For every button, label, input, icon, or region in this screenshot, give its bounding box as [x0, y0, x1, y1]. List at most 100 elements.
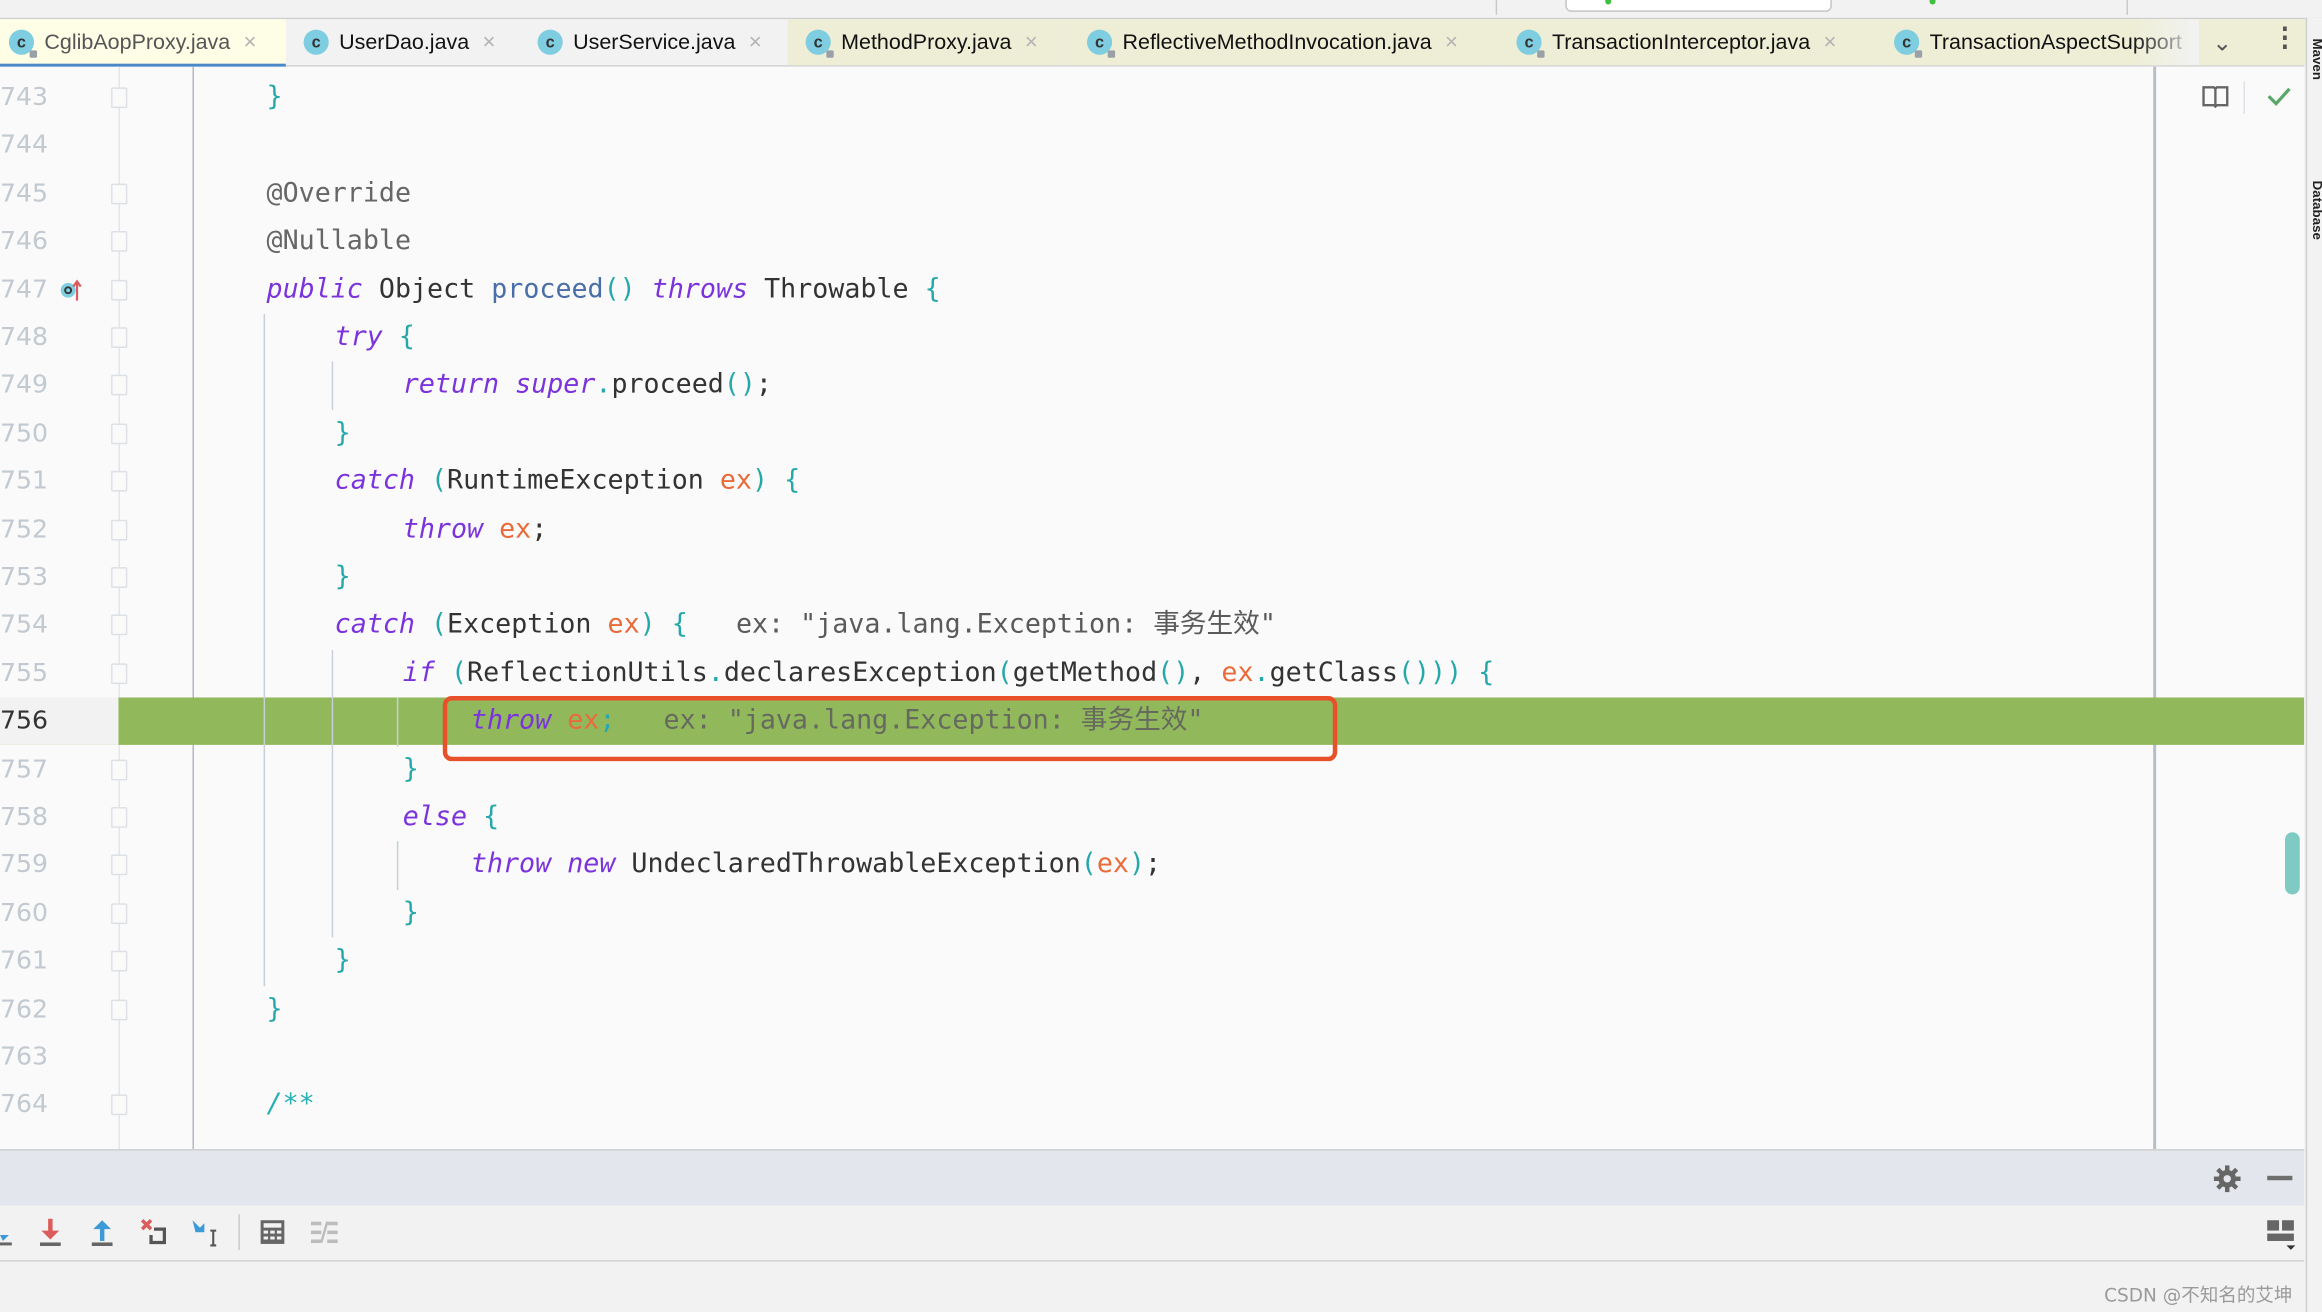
code-line[interactable]: 750} [0, 410, 2304, 457]
code-line[interactable]: 754 catch (Exception ex) { ex: "java.lang… [0, 602, 2304, 649]
line-number[interactable]: 762 [0, 986, 118, 1033]
editor-tab[interactable]: c UserDao.java × [286, 19, 520, 65]
code-line[interactable]: 748 try { [0, 314, 2304, 361]
code-line-partial [0, 1130, 2304, 1150]
editor-tab[interactable]: c ReflectiveMethodInvocation.java × [1069, 19, 1499, 66]
line-number[interactable]: 754 [0, 602, 118, 649]
code-line[interactable]: 747 public Object proceed() throws Throwa… [0, 266, 2304, 313]
fold-marker-icon[interactable] [111, 519, 128, 540]
fold-marker-icon[interactable] [111, 903, 128, 924]
trace-current-stream-icon[interactable] [310, 1217, 340, 1247]
fold-marker-icon[interactable] [111, 279, 128, 301]
close-tab-icon[interactable]: × [244, 30, 257, 55]
code-line[interactable]: 760} [0, 890, 2304, 937]
fold-marker-icon[interactable] [111, 1094, 128, 1116]
line-number[interactable]: 759 [0, 842, 118, 889]
line-number[interactable]: 756 [0, 697, 119, 746]
line-number[interactable]: 763 [0, 1034, 118, 1081]
editor-tab[interactable]: c MethodProxy.java × [787, 19, 1070, 66]
fold-marker-icon[interactable] [111, 759, 128, 780]
editor-tab[interactable]: c TransactionAspectSupport [1876, 19, 2321, 66]
editor-tab[interactable]: c CglibAopProxy.java × [0, 19, 286, 66]
line-number[interactable]: 751 [0, 458, 118, 505]
fold-marker-icon[interactable] [111, 423, 128, 444]
drop-frame-icon[interactable] [139, 1217, 169, 1247]
code-line[interactable]: 745 @Override [0, 170, 2304, 217]
line-number[interactable]: 749 [0, 362, 118, 409]
line-number[interactable]: 744 [0, 122, 118, 169]
code-line[interactable]: 763 [0, 1034, 2304, 1081]
maven-tool-window-button[interactable]: Maven [2310, 39, 2322, 80]
fold-marker-icon[interactable] [111, 807, 128, 828]
show-hidden-tabs-chevron-icon[interactable]: ⌄ [2212, 28, 2232, 58]
code-token: ex [499, 513, 532, 545]
run-to-cursor-icon[interactable] [191, 1217, 221, 1247]
line-number[interactable]: 750 [0, 410, 118, 457]
line-number[interactable]: 760 [0, 890, 118, 937]
close-tab-icon[interactable]: × [1025, 30, 1038, 55]
code-line[interactable]: 762} [0, 986, 2304, 1033]
minimize-panel-icon[interactable] [2267, 1175, 2293, 1181]
code-line[interactable]: 744 [0, 122, 2304, 169]
line-number[interactable]: 755 [0, 650, 118, 697]
code-line[interactable]: 764 /** [0, 1082, 2304, 1129]
tab-label: UserDao.java [339, 30, 470, 55]
code-token: UndeclaredThrowableException [615, 849, 1081, 881]
close-tab-icon[interactable]: × [749, 30, 762, 55]
code-text: } [335, 410, 351, 457]
editor-tab[interactable]: c UserService.java × [520, 19, 788, 65]
line-number[interactable]: 758 [0, 794, 118, 841]
fold-marker-icon[interactable] [111, 998, 128, 1020]
code-line[interactable]: 758 else { [0, 794, 2304, 841]
line-number[interactable]: 746 [0, 218, 118, 265]
overrides-method-icon[interactable] [58, 275, 88, 305]
layout-settings-icon[interactable] [2266, 1219, 2296, 1252]
code-line[interactable]: 749 return super.proceed(); [0, 362, 2304, 409]
close-tab-icon[interactable]: × [1824, 30, 1837, 55]
java-class-icon: c [1894, 29, 1923, 58]
code-editor[interactable]: 743} 744 745 @Override 746 @Nullable 747 public… [0, 66, 2305, 1150]
code-token: } [334, 417, 351, 449]
line-number[interactable]: 743 [0, 74, 118, 121]
tab-fade [2132, 19, 2200, 66]
code-line[interactable]: 753} [0, 554, 2304, 601]
fold-marker-icon[interactable] [111, 327, 128, 349]
fold-marker-icon[interactable] [111, 567, 128, 588]
close-tab-icon[interactable]: × [1445, 30, 1458, 55]
code-line[interactable]: 751 catch (RuntimeException ex) { [0, 458, 2304, 505]
code-line[interactable]: 746 @Nullable [0, 218, 2304, 265]
code-line[interactable]: 752 throw ex; [0, 506, 2304, 553]
close-tab-icon[interactable]: × [483, 30, 496, 55]
fold-marker-icon[interactable] [111, 855, 128, 876]
fold-marker-icon[interactable] [111, 375, 128, 396]
code-line[interactable]: 755 if (ReflectionUtils.declaresException… [0, 650, 2304, 697]
code-line[interactable]: 761} [0, 938, 2304, 985]
line-number[interactable]: 752 [0, 506, 118, 553]
step-out-icon[interactable] [87, 1217, 117, 1247]
line-number[interactable]: 757 [0, 746, 118, 793]
fold-marker-icon[interactable] [111, 615, 128, 636]
line-number[interactable]: 745 [0, 170, 118, 217]
fold-marker-icon[interactable] [111, 183, 128, 205]
fold-marker-icon[interactable] [111, 950, 128, 972]
fold-marker-icon[interactable] [111, 471, 128, 492]
step-over-icon[interactable] [0, 1217, 30, 1247]
code-line[interactable]: 743} [0, 74, 2304, 121]
evaluate-expression-calculator-icon[interactable] [258, 1217, 288, 1247]
editor-tab[interactable]: c TransactionInterceptor.java × [1498, 19, 1877, 66]
code-line[interactable]: 759 throw new UndeclaredThrowableExceptio… [0, 842, 2304, 889]
code-token: ex [719, 465, 752, 497]
line-number[interactable]: 761 [0, 938, 118, 985]
code-token: proceed [611, 369, 724, 401]
fold-marker-icon[interactable] [111, 87, 128, 109]
database-tool-window-button[interactable]: Database [2310, 181, 2322, 240]
code-text: } [267, 74, 283, 121]
fold-marker-icon[interactable] [111, 231, 128, 253]
tab-more-options-icon[interactable]: ⋮ [2272, 24, 2299, 51]
fold-marker-icon[interactable] [111, 663, 128, 684]
line-number[interactable]: 748 [0, 314, 118, 361]
line-number[interactable]: 764 [0, 1082, 118, 1129]
step-into-icon[interactable] [36, 1217, 66, 1247]
settings-gear-icon[interactable] [2212, 1164, 2242, 1194]
line-number[interactable]: 753 [0, 554, 118, 601]
